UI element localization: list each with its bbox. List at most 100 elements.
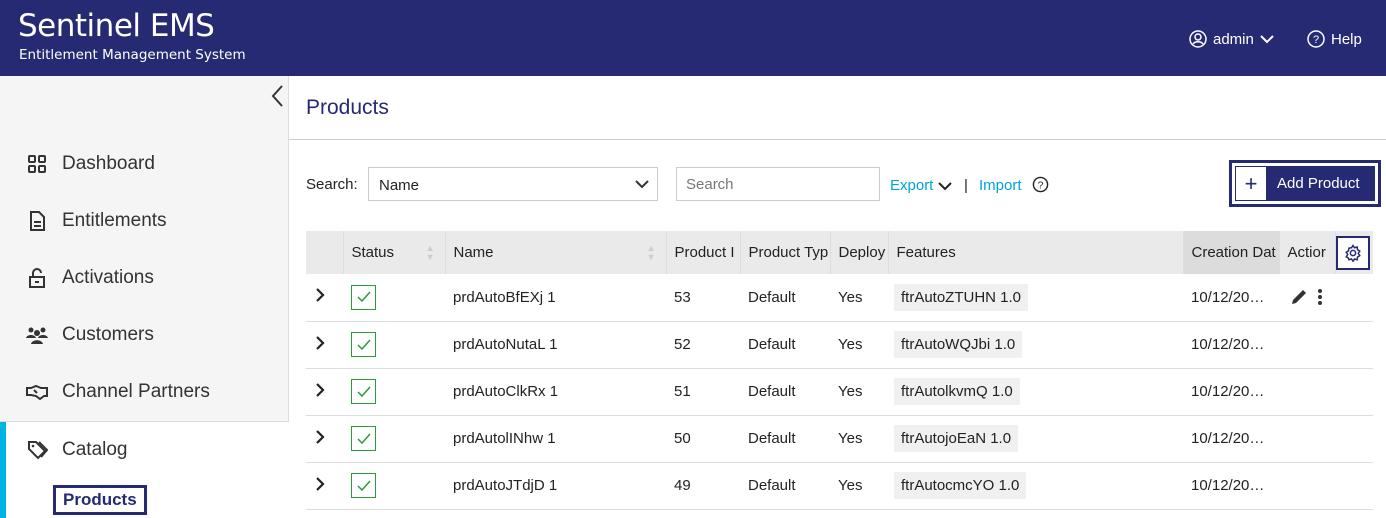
product-type-cell: Default (740, 274, 830, 322)
active-section-indicator (0, 422, 6, 518)
help-icon: ? (1307, 30, 1325, 48)
more-vertical-icon[interactable] (1317, 288, 1323, 306)
sidebar-item-channel-partners[interactable]: Channel Partners (26, 381, 210, 403)
creation-date-cell: 10/12/20… (1183, 368, 1279, 416)
chevron-right-icon[interactable] (314, 382, 326, 398)
app-header: Sentinel EMS Entitlement Management Syst… (0, 0, 1386, 76)
user-icon (1189, 30, 1207, 48)
creation-date-cell: 10/12/20… (1183, 462, 1279, 510)
sidebar-item-catalog[interactable]: Catalog (26, 439, 128, 461)
active-status-icon (351, 473, 376, 498)
table-row: prdAutoJTdjD 1 49 Default Yes ftrAutocmc… (306, 462, 1373, 510)
help-label: Help (1331, 30, 1362, 48)
product-type-cell: Default (740, 415, 830, 463)
col-features[interactable]: Features (887, 231, 1183, 274)
separator: | (964, 177, 968, 194)
feature-chip[interactable]: ftrAutoWQJbi 1.0 (894, 331, 1023, 358)
name-cell[interactable]: prdAutoClkRx 1 (445, 368, 666, 416)
chevron-left-icon (271, 85, 283, 107)
col-name[interactable]: Name ▲ ▼ (444, 231, 666, 274)
svg-text:?: ? (1313, 34, 1319, 46)
actions-cell (1279, 462, 1335, 510)
sidebar (0, 76, 289, 422)
product-type-cell: Default (740, 462, 830, 510)
creation-date-cell: 10/12/20… (1183, 274, 1279, 322)
deploy-cell: Yes (830, 368, 888, 416)
col-product-id[interactable]: Product I (665, 231, 740, 274)
export-dropdown[interactable]: Export (890, 177, 953, 194)
deploy-cell: Yes (830, 415, 888, 463)
chevron-right-icon[interactable] (314, 287, 326, 303)
expand-cell[interactable] (306, 462, 343, 510)
chevron-right-icon[interactable] (314, 429, 326, 445)
grid-icon (28, 155, 46, 173)
sidebar-item-activations[interactable]: Activations (26, 267, 154, 289)
name-cell[interactable]: prdAutoNutaL 1 (445, 321, 666, 369)
user-name: admin (1213, 30, 1254, 48)
creation-date-cell: 10/12/20… (1183, 321, 1279, 369)
user-menu[interactable]: admin (1189, 30, 1274, 48)
actions-cell (1279, 368, 1335, 416)
edit-pencil-icon[interactable] (1289, 287, 1309, 307)
logo-title: Sentinel EMS (18, 8, 215, 44)
col-creation-date[interactable]: Creation Dat (1182, 231, 1279, 274)
search-label: Search: (306, 176, 358, 193)
search-field-select[interactable]: Name (368, 167, 658, 201)
column-settings-button[interactable] (1336, 235, 1370, 270)
users-icon (26, 327, 48, 344)
expand-cell[interactable] (306, 415, 343, 463)
add-product-label: Add Product (1277, 175, 1360, 192)
col-status[interactable]: Status ▲ ▼ (342, 231, 445, 274)
col-settings (1334, 231, 1373, 274)
unlock-icon (29, 268, 45, 288)
sidebar-subitem-products[interactable]: Products (53, 485, 147, 515)
sidebar-item-dashboard[interactable]: Dashboard (26, 153, 155, 175)
feature-chip[interactable]: ftrAutojoEaN 1.0 (894, 425, 1019, 452)
feature-chip[interactable]: ftrAutocmcYO 1.0 (894, 472, 1027, 499)
svg-text:?: ? (1038, 180, 1044, 191)
products-table: Status ▲ ▼ Name ▲ ▼ Product I Product Typ De… (306, 231, 1373, 510)
expand-cell[interactable] (306, 274, 343, 322)
sidebar-item-entitlements[interactable]: Entitlements (26, 210, 167, 232)
table-header: Status ▲ ▼ Name ▲ ▼ Product I Product Typ De… (306, 231, 1373, 274)
actions-cell (1279, 321, 1335, 369)
feature-chip[interactable]: ftrAutoZTUHN 1.0 (894, 283, 1029, 311)
expand-cell[interactable] (306, 321, 343, 369)
col-deploy[interactable]: Deploy (829, 231, 888, 274)
features-cell: ftrAutocmcYO 1.0 (888, 462, 1183, 510)
expand-cell[interactable] (306, 368, 343, 416)
add-product-button[interactable]: + Add Product (1229, 160, 1381, 207)
sort-icon: ▲ ▼ (646, 242, 656, 262)
active-status-icon (351, 332, 376, 357)
collapse-sidebar-button[interactable] (270, 84, 284, 114)
creation-date-cell: 10/12/20… (1183, 415, 1279, 463)
name-cell[interactable]: prdAutoJTdjD 1 (445, 462, 666, 510)
import-link[interactable]: Import (979, 177, 1022, 194)
feature-chip[interactable]: ftrAutolkvmQ 1.0 (894, 378, 1020, 405)
help-link[interactable]: ? Help (1307, 30, 1362, 48)
name-cell[interactable]: prdAutoBfEXj 1 (445, 274, 666, 322)
name-cell[interactable]: prdAutolINhw 1 (445, 415, 666, 463)
search-input[interactable] (676, 167, 880, 201)
sidebar-item-customers[interactable]: Customers (26, 324, 154, 346)
table-row: prdAutoNutaL 1 52 Default Yes ftrAutoWQJ… (306, 321, 1373, 369)
gear-icon (1344, 243, 1361, 262)
chevron-down-icon (938, 181, 953, 190)
empty-cell (1335, 274, 1373, 322)
product-type-cell: Default (740, 368, 830, 416)
col-product-type[interactable]: Product Typ (739, 231, 830, 274)
chevron-down-icon (635, 180, 649, 189)
table-row: prdAutoClkRx 1 51 Default Yes ftrAutolkv… (306, 368, 1373, 416)
sort-icon: ▲ ▼ (425, 242, 435, 262)
help-icon[interactable]: ? (1032, 176, 1049, 193)
table-row: prdAutolINhw 1 50 Default Yes ftrAutojoE… (306, 415, 1373, 463)
sidebar-item-label: Customers (62, 324, 154, 345)
product-id-cell: 50 (666, 415, 740, 463)
product-id-cell: 49 (666, 462, 740, 510)
chevron-right-icon[interactable] (314, 335, 326, 351)
chevron-down-icon (1260, 35, 1274, 44)
product-id-cell: 53 (666, 274, 740, 322)
sidebar-item-label: Channel Partners (62, 381, 210, 402)
status-cell (343, 462, 445, 510)
chevron-right-icon[interactable] (314, 476, 326, 492)
